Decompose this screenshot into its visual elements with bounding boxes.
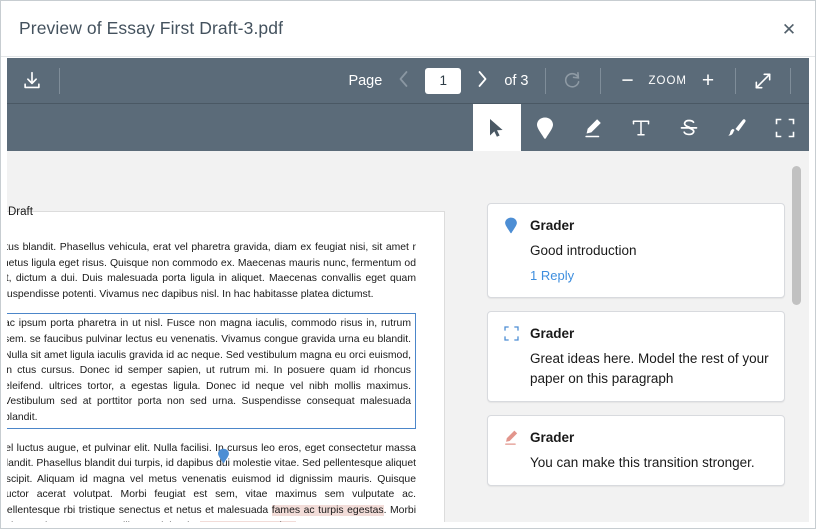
- toolbar-divider: [59, 67, 60, 94]
- fullscreen-icon[interactable]: [746, 58, 780, 104]
- rotate-icon[interactable]: [556, 58, 590, 104]
- comment-header: Grader: [501, 215, 770, 235]
- toolbar-divider-2: [544, 67, 546, 94]
- vertical-scrollbar[interactable]: [792, 161, 801, 512]
- document-page: Draft ctus blandit. Phasellus vehicula, …: [7, 206, 445, 522]
- page-navigation: Page of 3: [342, 67, 534, 94]
- preview-header: Preview of Essay First Draft-3.pdf ✕: [1, 1, 815, 57]
- prev-page-button[interactable]: [390, 70, 417, 92]
- zoom-out-button[interactable]: −: [611, 58, 645, 104]
- window-bottom-strip: [1, 522, 815, 528]
- doc-highlight-a: fames ac turpis egestas: [271, 504, 384, 516]
- highlight-annotation-icon: [501, 427, 521, 447]
- pdf-toolbar: Page of 3 − ZOOM +: [7, 57, 809, 103]
- annotation-toolbar: [7, 103, 809, 151]
- document-preview-window: Preview of Essay First Draft-3.pdf ✕ Pag…: [0, 0, 816, 529]
- zoom-label: ZOOM: [648, 74, 687, 87]
- toolbar-divider-3: [599, 67, 601, 94]
- tool-area-annotation[interactable]: [761, 104, 809, 151]
- document-paragraph-boxed[interactable]: ac ipsum porta pharetra in ut nisl. Fusc…: [7, 313, 416, 429]
- point-annotation-marker[interactable]: [217, 447, 230, 465]
- comment-header: Grader: [501, 323, 770, 343]
- toolbar-divider-5: [790, 67, 791, 94]
- comment-author: Grader: [530, 325, 575, 341]
- tool-cursor[interactable]: [473, 104, 521, 151]
- close-icon[interactable]: ✕: [773, 13, 805, 45]
- tool-free-draw-annotation[interactable]: [713, 104, 761, 151]
- preview-body: Draft ctus blandit. Phasellus vehicula, …: [7, 151, 809, 522]
- tool-highlight-annotation[interactable]: [569, 104, 617, 151]
- comment-reply-link[interactable]: 1 Reply: [530, 268, 574, 283]
- tool-strikeout-annotation[interactable]: [665, 104, 713, 151]
- document-paragraph: ctus blandit. Phasellus vehicula, erat v…: [7, 242, 416, 300]
- document-pane[interactable]: Draft ctus blandit. Phasellus vehicula, …: [7, 151, 475, 522]
- comment-author: Grader: [530, 217, 575, 233]
- scrollbar-thumb[interactable]: [792, 166, 801, 305]
- comment-card[interactable]: Grader Great ideas here. Model the rest …: [487, 311, 785, 402]
- comment-card[interactable]: Grader You can make this transition stro…: [487, 415, 785, 486]
- comment-text: You can make this transition stronger.: [530, 455, 755, 470]
- document-paragraph-highlighted: vel luctus augue, et pulvinar elit. Null…: [7, 441, 416, 522]
- comment-author: Grader: [530, 429, 575, 445]
- page-title: Preview of Essay First Draft-3.pdf: [19, 18, 284, 38]
- zoom-in-button[interactable]: +: [691, 58, 725, 104]
- comment-text: Great ideas here. Model the rest of your…: [530, 351, 769, 386]
- download-icon[interactable]: [15, 58, 49, 104]
- tool-point-annotation[interactable]: [521, 104, 569, 151]
- comment-text: Good introduction: [530, 243, 637, 258]
- next-page-button[interactable]: [469, 70, 496, 92]
- tool-text-annotation[interactable]: [617, 104, 665, 151]
- page-number-input[interactable]: [425, 67, 462, 94]
- page-total-label: of 3: [504, 72, 529, 89]
- point-annotation-icon: [501, 215, 521, 235]
- comment-card[interactable]: Grader Good introduction 1 Reply: [487, 203, 785, 298]
- page-label: Page: [348, 72, 383, 89]
- zoom-in-label: +: [701, 69, 715, 92]
- comments-pane: Grader Good introduction 1 Reply Grader …: [475, 151, 809, 522]
- comment-header: Grader: [501, 427, 770, 447]
- toolbar-divider-4: [735, 67, 736, 94]
- area-annotation-icon: [501, 323, 521, 343]
- document-title-line: Draft: [8, 206, 33, 218]
- zoom-out-label: −: [621, 69, 634, 92]
